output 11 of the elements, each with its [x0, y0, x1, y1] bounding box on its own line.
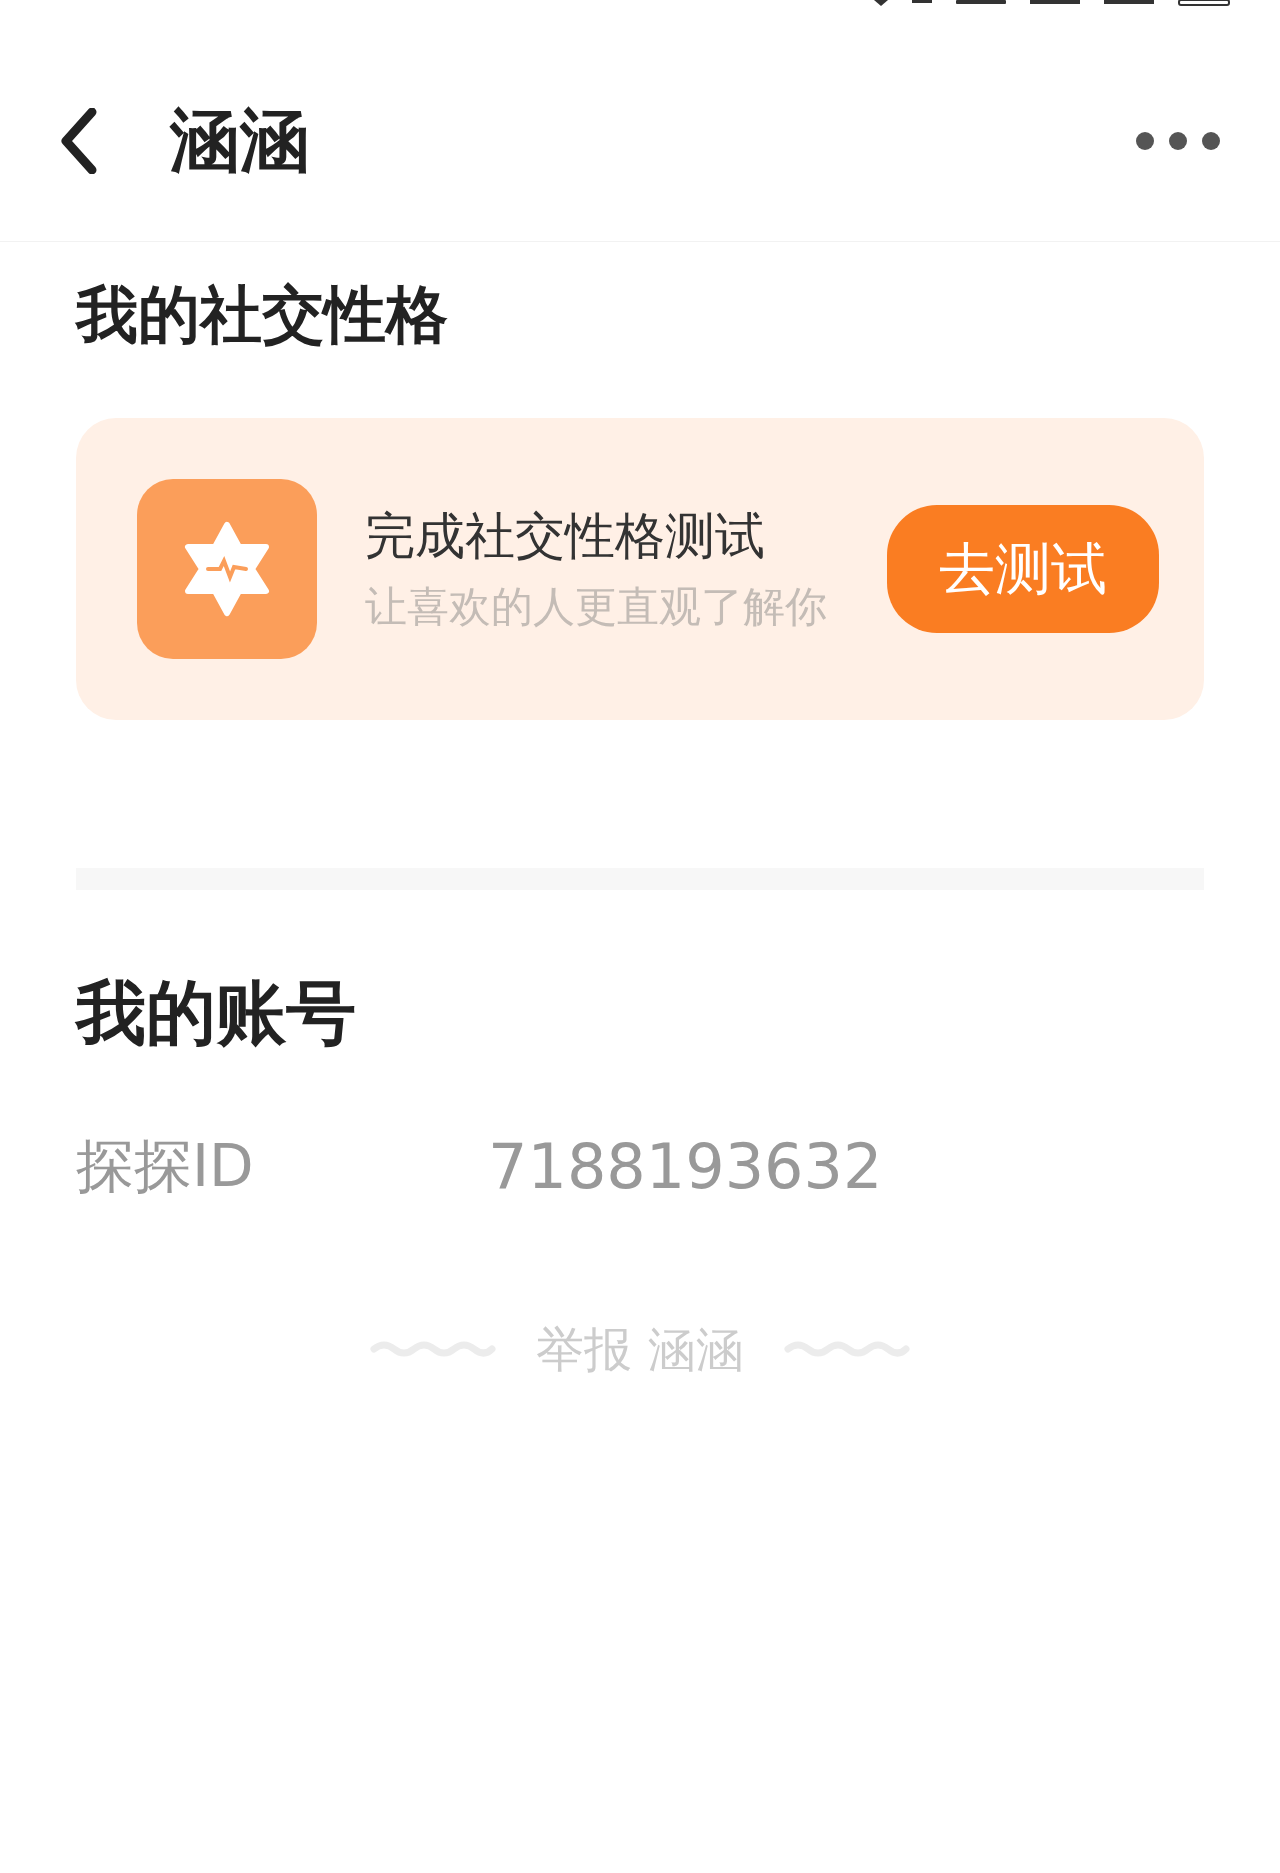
- card-subtitle: 让喜欢的人更直观了解你: [365, 581, 827, 633]
- personality-icon: [137, 479, 317, 659]
- field-label: 探探ID: [76, 1131, 255, 1202]
- field-value: 7188193632: [488, 1129, 883, 1205]
- back-icon[interactable]: [58, 107, 98, 174]
- more-icon[interactable]: [1134, 129, 1222, 152]
- card-title: 完成社交性格测试: [365, 505, 766, 567]
- start-test-button[interactable]: 去测试: [887, 505, 1159, 633]
- section-heading: 我的账号: [76, 978, 357, 1048]
- section-heading: 我的社交性格: [76, 284, 449, 346]
- page-title: 涵涵: [170, 98, 310, 183]
